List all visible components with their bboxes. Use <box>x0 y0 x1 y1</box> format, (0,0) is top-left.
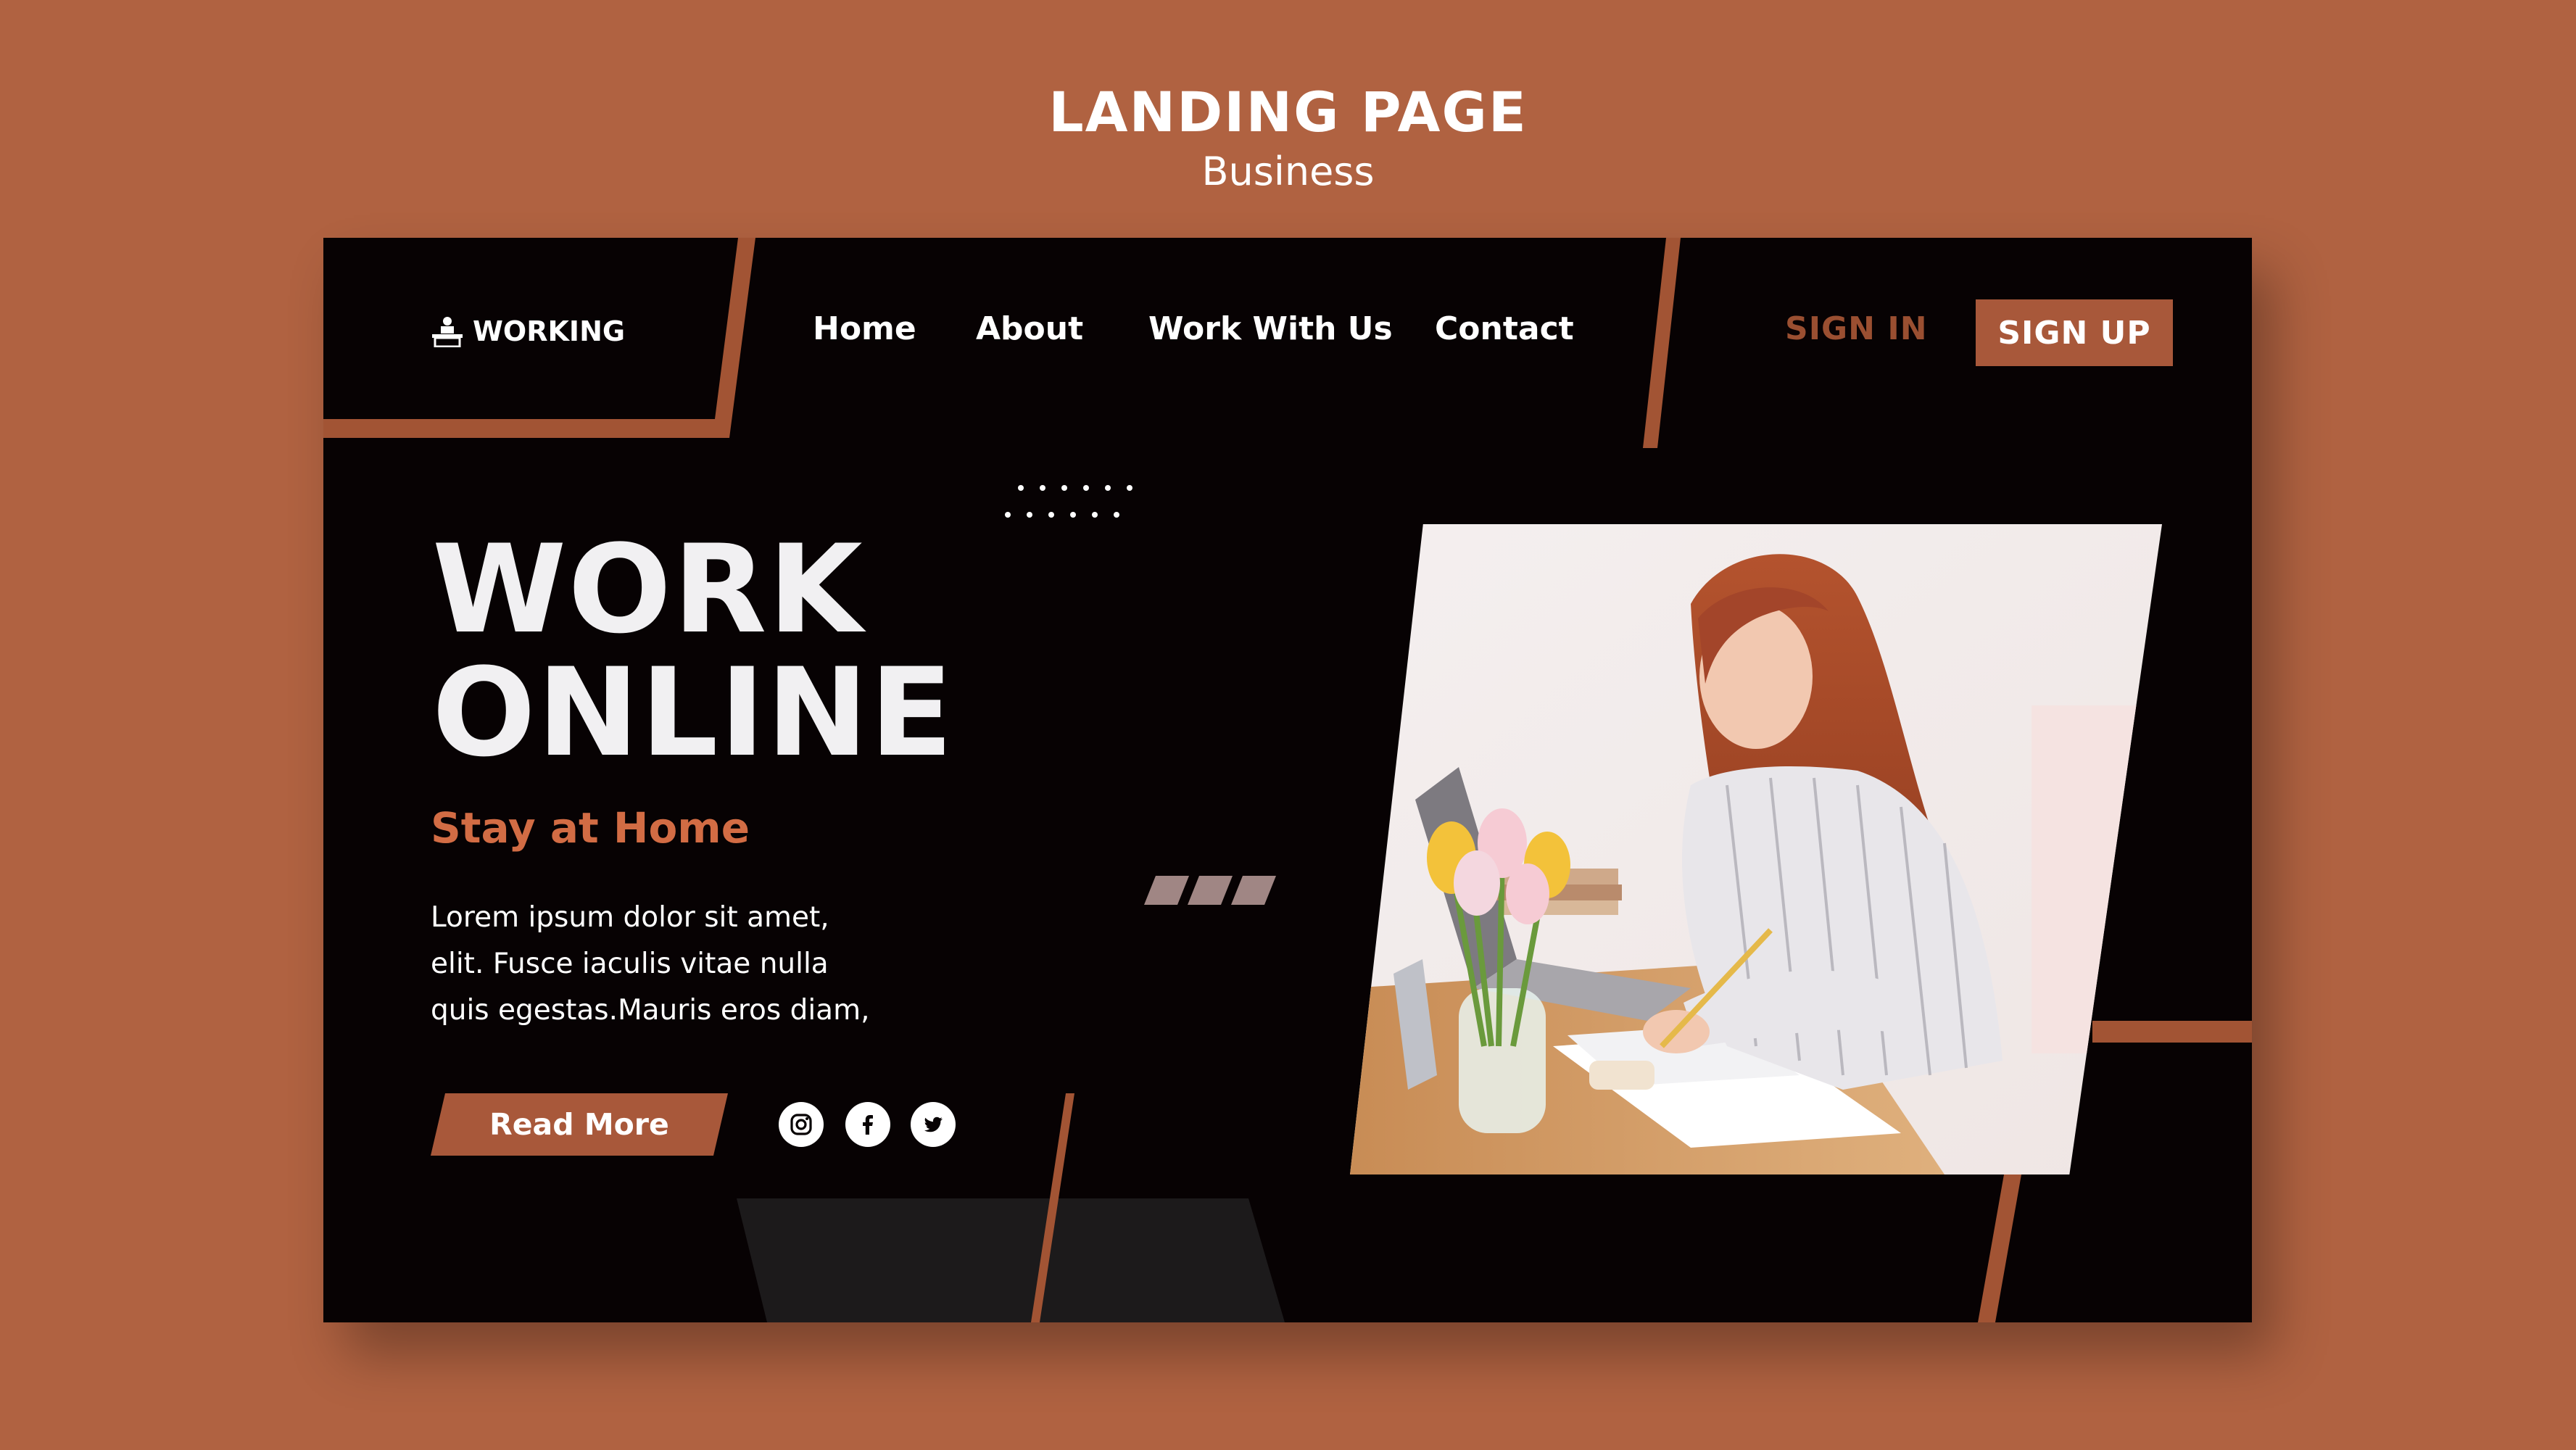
landing-page-mockup: WORKING Home About Work With Us Contact … <box>323 238 2252 1322</box>
sign-in-link[interactable]: SIGN IN <box>1785 310 1928 347</box>
hero-title-line1: WORK <box>432 518 864 660</box>
hero-photo <box>1350 524 2162 1174</box>
facebook-icon <box>863 1115 873 1135</box>
sign-up-button[interactable]: SIGN UP <box>1976 299 2173 366</box>
nav-work-with-us[interactable]: Work With Us <box>1148 310 1393 347</box>
hero-body-line: quis egestas.Mauris eros diam, <box>431 994 870 1027</box>
hero-body-line: Lorem ipsum dolor sit amet, <box>431 901 829 934</box>
facebook-button[interactable] <box>845 1102 890 1147</box>
twitter-button[interactable] <box>911 1102 956 1147</box>
desk-worker-icon <box>432 317 463 347</box>
hero-body-line: elit. Fusce iaculis vitae nulla <box>431 948 829 980</box>
page-subheading: Business <box>1201 149 1375 194</box>
hero-title: WORK ONLINE <box>432 528 954 774</box>
nav-home[interactable]: Home <box>813 310 916 347</box>
brand-logo[interactable]: WORKING <box>431 315 625 347</box>
hero-title-line2: ONLINE <box>432 642 955 784</box>
woman-working-illustration <box>1350 524 2162 1174</box>
logo-text: WORKING <box>473 315 626 347</box>
hero-body: Lorem ipsum dolor sit amet, elit. Fusce … <box>431 895 938 1034</box>
read-more-label: Read More <box>489 1107 669 1142</box>
instagram-icon <box>790 1114 812 1135</box>
read-more-button[interactable]: Read More <box>431 1093 728 1156</box>
twitter-icon <box>924 1116 943 1132</box>
nav-about[interactable]: About <box>976 310 1083 347</box>
page-heading: LANDING PAGE <box>1048 80 1528 144</box>
hero-subtitle: Stay at Home <box>431 803 750 853</box>
nav-contact[interactable]: Contact <box>1435 310 1574 347</box>
instagram-button[interactable] <box>779 1102 824 1147</box>
